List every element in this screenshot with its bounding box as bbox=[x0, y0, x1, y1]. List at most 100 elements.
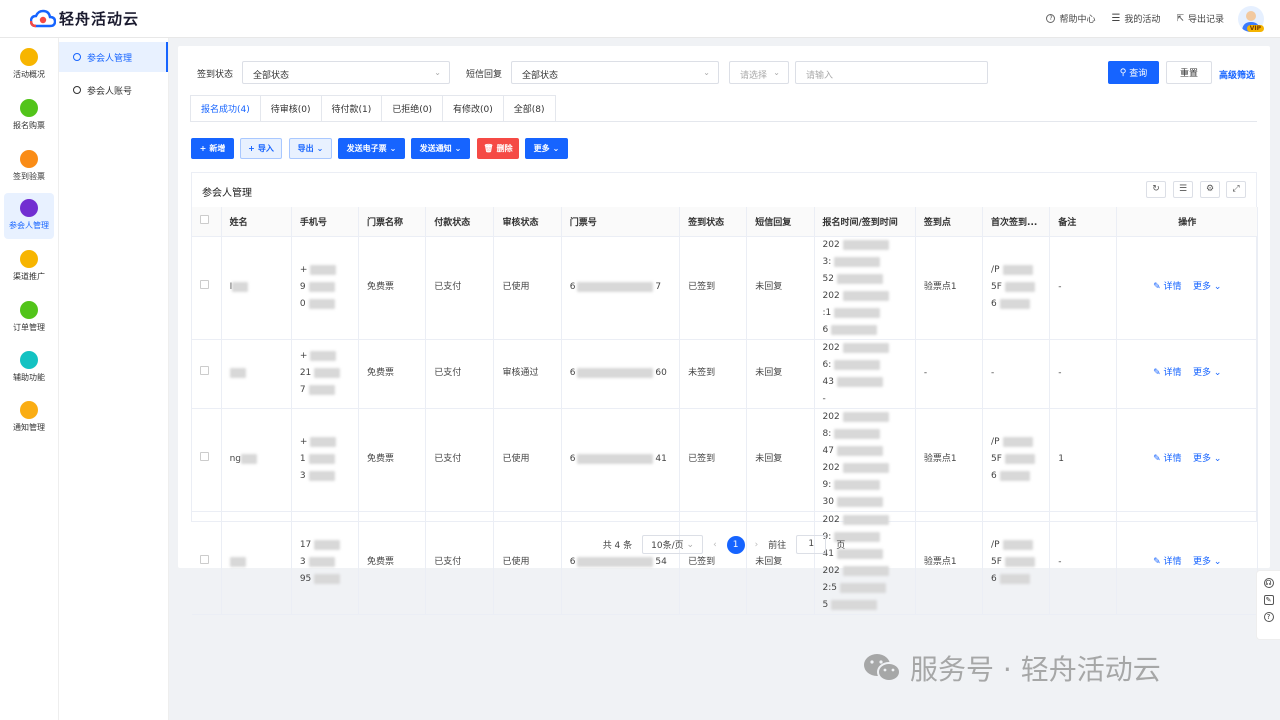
rail-item-attendees[interactable]: 参会人管理 bbox=[4, 193, 54, 239]
app-logo[interactable]: 轻舟活动云 bbox=[30, 8, 139, 29]
my-events-link[interactable]: ☰我的活动 bbox=[1111, 12, 1160, 25]
chevron-down-icon: ⌄ bbox=[1214, 368, 1222, 378]
row-select-cell[interactable] bbox=[192, 511, 221, 614]
masked-text: 6 bbox=[823, 325, 829, 335]
page-unit-label: 页 bbox=[836, 538, 845, 551]
checkin-status-select[interactable]: 全部状态⌄ bbox=[242, 61, 450, 84]
select-all-checkbox[interactable] bbox=[200, 215, 209, 224]
settings-icon[interactable]: ⚙ bbox=[1200, 181, 1220, 198]
subnav-attendee-accounts[interactable]: 参会人账号 bbox=[59, 75, 168, 105]
headset-icon[interactable]: ☊ bbox=[1264, 578, 1274, 588]
goto-page-input[interactable]: 1 bbox=[796, 535, 826, 554]
row-checkbox[interactable] bbox=[200, 366, 209, 375]
delete-button[interactable]: 🗑删除 bbox=[477, 138, 519, 159]
row-checkbox[interactable] bbox=[200, 452, 209, 461]
field-select[interactable]: 请选择⌄ bbox=[729, 61, 789, 84]
row-more-dropdown[interactable]: 更多 ⌄ bbox=[1193, 557, 1221, 567]
operations-cell: ✎ 详情 更多 ⌄ bbox=[1117, 408, 1258, 511]
channel-icon bbox=[20, 250, 38, 268]
import-button[interactable]: +导入 bbox=[240, 138, 282, 159]
subnav-attendee-management[interactable]: 参会人管理 bbox=[59, 42, 168, 72]
rail-item-notifications[interactable]: 通知管理 bbox=[4, 395, 54, 441]
tab-pending-review[interactable]: 待审核(0) bbox=[261, 95, 322, 122]
orders-icon bbox=[20, 301, 38, 319]
table-row: ngx +x1x3x 免费票 已支付 已使用 6x41 已签到 未回复 202x… bbox=[192, 408, 1258, 511]
remark-cell: - bbox=[1050, 339, 1117, 408]
masked-text: /P bbox=[991, 265, 999, 275]
rail-item-tools[interactable]: 辅助功能 bbox=[4, 345, 54, 391]
watermark-text: 服务号 · 轻舟活动云 bbox=[910, 648, 1161, 688]
select-all-cell[interactable] bbox=[192, 207, 221, 236]
row-checkbox[interactable] bbox=[200, 555, 209, 564]
masked-line: 6x bbox=[991, 571, 1049, 588]
rail-item-overview[interactable]: 活动概况 bbox=[4, 42, 54, 88]
chevron-down-icon: ⌄ bbox=[687, 540, 695, 550]
density-icon[interactable]: ☰ bbox=[1173, 181, 1193, 198]
table-row: Ix +x9x0x 免费票 已支付 已使用 6x7 已签到 未回复 202x3:… bbox=[192, 236, 1258, 339]
operations-cell: ✎ 详情 更多 ⌄ bbox=[1117, 339, 1258, 408]
rail-item-channel[interactable]: 渠道推广 bbox=[4, 244, 54, 290]
add-button[interactable]: +新增 bbox=[191, 138, 234, 159]
tools-icon bbox=[20, 351, 38, 369]
name-cell: ngx bbox=[221, 408, 291, 511]
keyword-input[interactable]: 请输入 bbox=[795, 61, 988, 84]
sms-reply-select[interactable]: 全部状态⌄ bbox=[511, 61, 719, 84]
reset-button[interactable]: 重置 bbox=[1166, 61, 1212, 84]
ticket-name-cell: 免费票 bbox=[359, 339, 426, 408]
redaction-block: x bbox=[843, 291, 889, 301]
rail-item-checkin[interactable]: 签到验票 bbox=[4, 144, 54, 190]
help-center-label: 帮助中心 bbox=[1059, 12, 1095, 25]
redaction-block: x bbox=[837, 446, 883, 456]
prev-page-icon[interactable]: ‹ bbox=[713, 540, 717, 550]
col-header: 姓名 bbox=[221, 207, 291, 236]
send-notice-button[interactable]: 发送通知⌄ bbox=[411, 138, 470, 159]
tab-modified[interactable]: 有修改(0) bbox=[443, 95, 504, 122]
sub-nav: 参会人管理 参会人账号 bbox=[59, 38, 169, 720]
refresh-icon[interactable]: ↻ bbox=[1146, 181, 1166, 198]
rail-item-registration[interactable]: 报名购票 bbox=[4, 93, 54, 139]
fullscreen-icon[interactable]: ⤢ bbox=[1226, 181, 1246, 198]
query-button[interactable]: ⚲查询 bbox=[1108, 61, 1159, 84]
masked-text: 3 bbox=[300, 557, 306, 567]
page-size-select[interactable]: 10条/页 ⌄ bbox=[642, 535, 703, 554]
row-more-dropdown[interactable]: 更多 ⌄ bbox=[1193, 282, 1221, 292]
masked-line: 202x bbox=[823, 237, 915, 254]
detail-label: 详情 bbox=[1164, 282, 1182, 292]
chevron-down-icon: ⌄ bbox=[455, 144, 462, 153]
tab-rejected[interactable]: 已拒绝(0) bbox=[382, 95, 443, 122]
detail-link[interactable]: ✎ 详情 bbox=[1153, 454, 1181, 464]
page-number[interactable]: 1 bbox=[727, 536, 745, 554]
detail-link[interactable]: ✎ 详情 bbox=[1153, 557, 1181, 567]
more-actions-button[interactable]: 更多⌄ bbox=[525, 138, 568, 159]
app-name: 轻舟活动云 bbox=[59, 8, 139, 29]
detail-link[interactable]: ✎ 详情 bbox=[1153, 368, 1181, 378]
export-records-label: 导出记录 bbox=[1188, 12, 1224, 25]
masked-text: 202 bbox=[823, 566, 840, 576]
row-select-cell[interactable] bbox=[192, 339, 221, 408]
tab-pending-payment[interactable]: 待付款(1) bbox=[322, 95, 383, 122]
main-panel: 签到状态 全部状态⌄ 短信回复 全部状态⌄ 请选择⌄ 请输入 ⚲查询 重置 高级… bbox=[178, 46, 1270, 568]
masked-text: 5 bbox=[823, 600, 829, 610]
detail-link[interactable]: ✎ 详情 bbox=[1153, 282, 1181, 292]
row-more-dropdown[interactable]: 更多 ⌄ bbox=[1193, 368, 1221, 378]
export-button[interactable]: 导出⌄ bbox=[289, 138, 332, 159]
masked-text: 202 bbox=[823, 515, 840, 525]
export-records-link[interactable]: ⇱导出记录 bbox=[1176, 12, 1224, 25]
advanced-filter-link[interactable]: 高级筛选 bbox=[1219, 68, 1255, 81]
row-checkbox[interactable] bbox=[200, 280, 209, 289]
help-center-link[interactable]: ?帮助中心 bbox=[1046, 12, 1095, 25]
row-select-cell[interactable] bbox=[192, 408, 221, 511]
pagination: 共 4 条 10条/页 ⌄ ‹ 1 › 前往 1 页 bbox=[178, 535, 1270, 554]
masked-line: 202x bbox=[823, 512, 915, 529]
send-ticket-button[interactable]: 发送电子票⌄ bbox=[338, 138, 405, 159]
row-more-dropdown[interactable]: 更多 ⌄ bbox=[1193, 454, 1221, 464]
next-page-icon[interactable]: › bbox=[755, 540, 759, 550]
module-rail: 活动概况 报名购票 签到验票 参会人管理 渠道推广 订单管理 辅助功能 通知管理 bbox=[0, 38, 59, 720]
help-icon[interactable]: ? bbox=[1264, 612, 1274, 622]
row-select-cell[interactable] bbox=[192, 236, 221, 339]
tab-registered[interactable]: 报名成功(4) bbox=[190, 95, 261, 122]
feedback-icon[interactable]: ✎ bbox=[1264, 595, 1274, 605]
rail-item-orders[interactable]: 订单管理 bbox=[4, 295, 54, 341]
tab-all[interactable]: 全部(8) bbox=[504, 95, 556, 122]
chevron-down-icon: ⌄ bbox=[434, 68, 441, 77]
